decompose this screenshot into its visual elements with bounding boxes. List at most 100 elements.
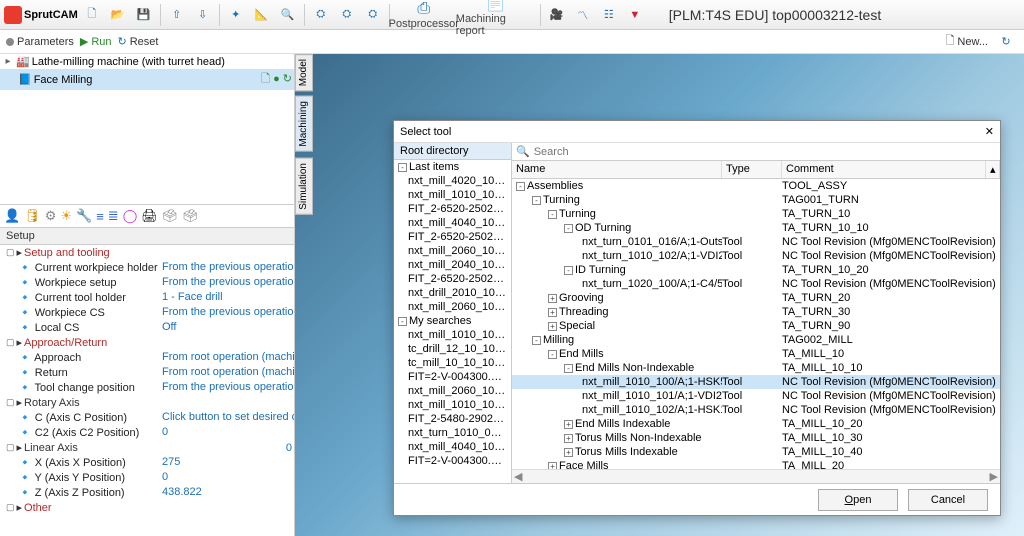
app-logo: SprutCAM [4,6,78,24]
prop-val[interactable]: From root operation (machine) [160,350,294,365]
prop-val[interactable]: From the previous operation [160,305,294,320]
tree-item-face-milling[interactable]: Face Milling [34,74,93,86]
tab-model[interactable]: Model [295,54,313,91]
tool-tree-row[interactable]: nxt_mill_1010_100/A;1-HSK50/D10 End Mill… [512,375,1000,389]
tool-tree-row[interactable]: - End Mills Non-IndexableTA_MILL_10_10 [512,361,1000,375]
search-item[interactable]: nxt_mill_2060_100/A… [394,384,511,398]
new-button[interactable]: 🗋 New... [946,32,988,51]
prop-val[interactable]: 438.822 [160,485,294,500]
recent-item[interactable]: FIT_2-6520-2502032… [394,272,511,286]
prop-key: 🔹 Current workpiece holder [0,260,160,275]
tool-tree-row[interactable]: - AssembliesTOOL_ASSY [512,179,1000,193]
tool-tree-row[interactable]: + GroovingTA_TURN_20 [512,291,1000,305]
recent-item[interactable]: nxt_mill_2060_100/A… [394,244,511,258]
wand-icon[interactable]: ✦ [224,3,248,27]
tool-tree-row[interactable]: + Torus Mills IndexableTA_MILL_10_40 [512,445,1000,459]
filter-icon[interactable]: ▼ [623,3,647,27]
search-item[interactable]: nxt_mill_4040_101/A… [394,440,511,454]
recent-item[interactable]: FIT_2-6520-2502028… [394,202,511,216]
tool-icon-3[interactable]: ⛭ [361,3,385,27]
stats-icon[interactable]: ☷ [597,3,621,27]
search-item[interactable]: tc_mill_10_10_100/… [394,356,511,370]
prop-val[interactable]: Click button to set desired orientation [160,410,294,425]
cancel-button[interactable]: Cancel [908,489,988,511]
dialog-right-pane: 🔍 Name Type Comment ▴ - AssembliesTOOL_A… [512,143,1000,483]
tool-tree-row[interactable]: nxt_turn_1010_102/A;1-VDI25/80° TurnTool… [512,249,1000,263]
tool-tree-row[interactable]: - End MillsTA_MILL_10 [512,347,1000,361]
new-file-icon[interactable]: 🗋 [80,3,104,27]
recent-item[interactable]: FIT_2-6520-2502028… [394,230,511,244]
recent-item[interactable]: nxt_mill_2060_100/A… [394,300,511,314]
tool-tree-row[interactable]: - OD TurningTA_TURN_10_10 [512,221,1000,235]
recent-item[interactable]: nxt_mill_2040_100/A… [394,258,511,272]
prop-key: 🔹 Z (Axis Z Position) [0,485,160,500]
column-headers[interactable]: Name Type Comment ▴ [512,161,1000,179]
properties-panel[interactable]: ▢▸ Setup and tooling 🔹 Current workpiece… [0,245,294,536]
search-input[interactable] [534,146,996,158]
tool-tree-row[interactable]: - TurningTAG001_TURN [512,193,1000,207]
tool-tree-row[interactable]: - TurningTA_TURN_10 [512,207,1000,221]
save-icon[interactable]: 💾 [132,3,156,27]
close-icon[interactable]: ✕ [985,125,994,138]
tool-tree-row[interactable]: nxt_turn_0101_016/A;1-Outside TurningToo… [512,235,1000,249]
machining-report-button[interactable]: 📄Machining report [456,0,536,37]
prop-val[interactable]: From the previous operation [160,380,294,395]
postprocessor-button[interactable]: ⎙Postprocessor [394,0,454,30]
tool-tree-row[interactable]: - ID TurningTA_TURN_10_20 [512,263,1000,277]
tool-tree-row[interactable]: + Face MillsTA_MILL_20 [512,459,1000,469]
tool-tree-row[interactable]: - MillingTAG002_MILL [512,333,1000,347]
tool-icon-2[interactable]: ⛭ [335,3,359,27]
recent-item[interactable]: nxt_mill_4040_101/A… [394,216,511,230]
plm-up-icon[interactable]: ⇧ [165,3,189,27]
tool-tree-row[interactable]: nxt_mill_1010_102/A;1-HSK100/D20 Endmill… [512,403,1000,417]
measure-icon[interactable]: 📐 [250,3,274,27]
tool-tree-row[interactable]: nxt_turn_1020_100/A;1-C4/55° ID TurnTool… [512,277,1000,291]
tool-tree-row[interactable]: + End Mills IndexableTA_MILL_10_20 [512,417,1000,431]
tree-root[interactable]: Lathe-milling machine (with turret head) [32,56,225,68]
tab-simulation[interactable]: Simulation [295,158,313,215]
prop-val[interactable]: 0 [160,425,294,440]
h-scrollbar[interactable]: ◀▶ [512,469,1000,483]
search-item[interactable]: nxt_mill_1010_101/A… [394,328,511,342]
operation-tree[interactable]: ▸🏭 Lathe-milling machine (with turret he… [0,54,294,204]
tool-tree-row[interactable]: nxt_mill_1010_101/A;1-VDI20/D10 End Mill… [512,389,1000,403]
left-panel: ▸🏭 Lathe-milling machine (with turret he… [0,54,295,536]
prop-val[interactable]: Off [160,320,294,335]
search-item[interactable]: FIT_2-5480-2902543… [394,412,511,426]
prop-val[interactable]: 1 - Face drill [160,290,294,305]
recent-item[interactable]: nxt_mill_4020_100/A… [394,174,511,188]
dialog-left-pane: Root directory - Last itemsnxt_mill_4020… [394,143,512,483]
parameters-button[interactable]: Parameters [6,36,74,48]
tool-tree-row[interactable]: + ThreadingTA_TURN_30 [512,305,1000,319]
reset-button[interactable]: ↻ Reset [118,35,159,48]
plm-down-icon[interactable]: ⇩ [191,3,215,27]
search-item[interactable]: nxt_mill_1010_102/A [394,398,511,412]
zoom-icon[interactable]: 🔍 [276,3,300,27]
tool-icon-1[interactable]: ⛭ [309,3,333,27]
graph-icon[interactable]: 〽 [571,3,595,27]
tab-machining[interactable]: Machining [295,96,313,152]
root-directory[interactable]: Root directory [394,143,511,160]
search-item[interactable]: nxt_turn_1010_016/A [394,426,511,440]
open-button[interactable]: Open [818,489,898,511]
prop-val[interactable]: From the previous operation [160,260,294,275]
camera-icon[interactable]: 🎥 [545,3,569,27]
search-item[interactable]: FIT=2-V-004300.06… [394,454,511,468]
tool-tree[interactable]: - AssembliesTOOL_ASSY- TurningTAG001_TUR… [512,179,1000,469]
recent-item[interactable]: nxt_mill_1010_100/… [394,188,511,202]
recent-item[interactable]: nxt_drill_2010_100/… [394,286,511,300]
prop-key: 🔹 Return [0,365,160,380]
tool-tree-row[interactable]: + Torus Mills Non-IndexableTA_MILL_10_30 [512,431,1000,445]
prop-key: 🔹 C (Axis C Position) [0,410,160,425]
search-item[interactable]: FIT=2-V-004300.06… [394,370,511,384]
refresh-icon[interactable]: ↻ [994,30,1018,54]
search-item[interactable]: tc_drill_12_10_100… [394,342,511,356]
prop-val[interactable]: 275 [160,455,294,470]
prop-val[interactable]: 0 [160,470,294,485]
prop-val[interactable]: From the previous operation [160,275,294,290]
run-button[interactable]: ▶ Run [80,35,112,48]
document-title: [PLM:T4S EDU] top00003212-test [669,7,881,23]
prop-val[interactable]: From root operation (machine) [160,365,294,380]
tool-tree-row[interactable]: + SpecialTA_TURN_90 [512,319,1000,333]
open-file-icon[interactable]: 📂 [106,3,130,27]
